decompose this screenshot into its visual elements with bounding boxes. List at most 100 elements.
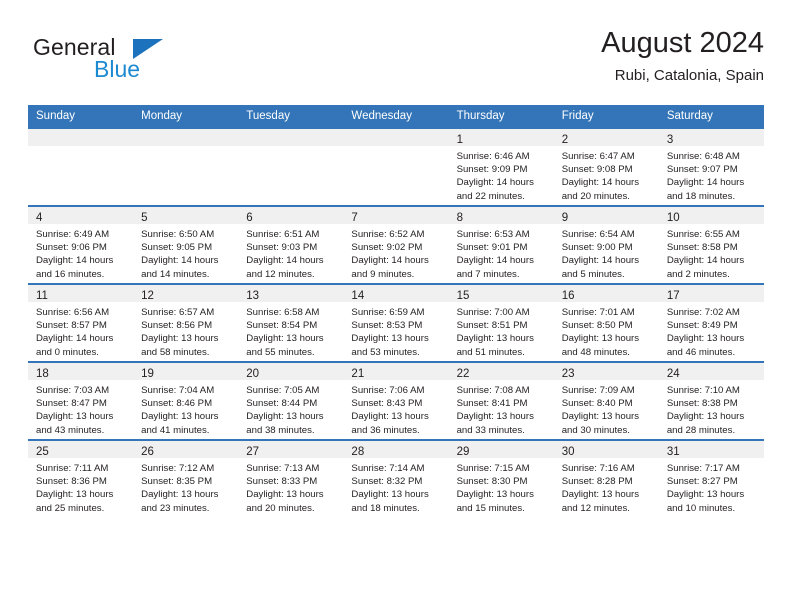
weekday-header-monday: Monday xyxy=(133,105,239,128)
calendar-day-cell[interactable]: 1 Sunrise: 6:46 AM Sunset: 9:09 PM Daylight… xyxy=(448,127,554,206)
day-details: Sunrise: 7:04 AM Sunset: 8:46 PM Daylight:… xyxy=(133,380,238,437)
sunrise-text: Sunrise: 7:03 AM xyxy=(36,385,110,396)
day-details: Sunrise: 6:51 AM Sunset: 9:03 PM Daylight:… xyxy=(238,224,343,281)
sunrise-text: Sunrise: 7:12 AM xyxy=(141,463,215,474)
calendar-day-cell[interactable]: 29 Sunrise: 7:15 AM Sunset: 8:30 PM Dayligh… xyxy=(448,439,554,517)
calendar-day-cell[interactable]: 22 Sunrise: 7:08 AM Sunset: 8:41 PM Dayligh… xyxy=(448,361,554,440)
calendar-day-cell[interactable]: 16 Sunrise: 7:01 AM Sunset: 8:50 PM Dayligh… xyxy=(553,283,659,362)
sunrise-text: Sunrise: 6:52 AM xyxy=(351,229,425,240)
day-number-band: 12 xyxy=(133,285,239,302)
day-details: Sunrise: 7:09 AM Sunset: 8:40 PM Daylight:… xyxy=(554,380,659,437)
calendar-week-row: 18 Sunrise: 7:03 AM Sunset: 8:47 PM Dayligh… xyxy=(28,361,764,440)
day-number-band: 30 xyxy=(553,441,659,458)
calendar-week-row: 11 Sunrise: 6:56 AM Sunset: 8:57 PM Dayligh… xyxy=(28,283,764,362)
calendar-day-cell[interactable]: 26 Sunrise: 7:12 AM Sunset: 8:35 PM Dayligh… xyxy=(133,439,239,517)
calendar-header-row: Sunday Monday Tuesday Wednesday Thursday… xyxy=(28,105,764,128)
daylight-text-line1: Daylight: 14 hours xyxy=(36,255,114,267)
daylight-text-line2: and 14 minutes. xyxy=(141,268,210,280)
day-number-band: 8 xyxy=(448,207,554,224)
day-details: Sunrise: 7:12 AM Sunset: 8:35 PM Daylight:… xyxy=(133,458,238,515)
sunset-text: Sunset: 8:38 PM xyxy=(666,398,738,410)
day-number: 21 xyxy=(351,368,365,380)
sunrise-text: Sunrise: 6:54 AM xyxy=(561,229,635,240)
day-number-band: 21 xyxy=(343,363,449,380)
daylight-text-line1: Daylight: 13 hours xyxy=(666,411,745,423)
calendar-day-cell[interactable]: 11 Sunrise: 6:56 AM Sunset: 8:57 PM Dayligh… xyxy=(28,283,134,362)
calendar-week-row: 4 Sunrise: 6:49 AM Sunset: 9:06 PM Daylight… xyxy=(28,205,764,284)
day-number: 26 xyxy=(141,446,154,458)
calendar-day-cell[interactable]: 27 Sunrise: 7:13 AM Sunset: 8:33 PM Dayligh… xyxy=(238,439,344,517)
calendar-day-cell[interactable]: 7 Sunrise: 6:52 AM Sunset: 9:02 PM Daylight… xyxy=(343,205,449,284)
daylight-text-line2: and 51 minutes. xyxy=(456,346,525,358)
calendar-day-cell-empty xyxy=(343,127,449,206)
day-number-band: 15 xyxy=(448,285,554,302)
calendar-day-cell[interactable]: 23 Sunrise: 7:09 AM Sunset: 8:40 PM Dayligh… xyxy=(553,361,659,440)
day-details: Sunrise: 6:48 AM Sunset: 9:07 PM Daylight:… xyxy=(659,146,764,203)
calendar-day-cell-empty xyxy=(238,127,344,206)
sunset-text: Sunset: 8:40 PM xyxy=(561,398,633,410)
daylight-text-line2: and 41 minutes. xyxy=(141,424,210,436)
sunset-text: Sunset: 8:56 PM xyxy=(141,320,213,332)
day-details: Sunrise: 6:57 AM Sunset: 8:56 PM Daylight:… xyxy=(133,302,238,359)
day-number: 19 xyxy=(141,368,154,380)
logo-text-blue: Blue xyxy=(94,56,141,82)
calendar-day-cell[interactable]: 17 Sunrise: 7:02 AM Sunset: 8:49 PM Dayligh… xyxy=(658,283,764,362)
daylight-text-line2: and 38 minutes. xyxy=(246,424,315,436)
day-number: 14 xyxy=(351,290,365,302)
calendar-day-cell[interactable]: 18 Sunrise: 7:03 AM Sunset: 8:47 PM Dayligh… xyxy=(28,361,134,440)
sunset-text: Sunset: 9:01 PM xyxy=(456,242,528,254)
calendar-day-cell[interactable]: 2 Sunrise: 6:47 AM Sunset: 9:08 PM Daylight… xyxy=(553,127,659,206)
day-details: Sunrise: 7:15 AM Sunset: 8:30 PM Daylight:… xyxy=(449,458,554,515)
calendar-day-cell[interactable]: 3 Sunrise: 6:48 AM Sunset: 9:07 PM Daylight… xyxy=(658,127,764,206)
daylight-text-line2: and 36 minutes. xyxy=(351,424,420,436)
daylight-text-line1: Daylight: 14 hours xyxy=(36,333,114,345)
calendar-day-cell[interactable]: 4 Sunrise: 6:49 AM Sunset: 9:06 PM Daylight… xyxy=(28,205,134,284)
calendar-day-cell[interactable]: 6 Sunrise: 6:51 AM Sunset: 9:03 PM Daylight… xyxy=(238,205,344,284)
calendar-day-cell[interactable]: 15 Sunrise: 7:00 AM Sunset: 8:51 PM Dayligh… xyxy=(448,283,554,362)
sunrise-text: Sunrise: 6:57 AM xyxy=(141,307,215,318)
day-number: 27 xyxy=(246,446,260,458)
calendar-day-cell[interactable]: 21 Sunrise: 7:06 AM Sunset: 8:43 PM Dayligh… xyxy=(343,361,449,440)
calendar-day-cell[interactable]: 31 Sunrise: 7:17 AM Sunset: 8:27 PM Dayligh… xyxy=(658,439,764,517)
calendar-day-cell[interactable]: 14 Sunrise: 6:59 AM Sunset: 8:53 PM Dayligh… xyxy=(343,283,449,362)
daylight-text-line1: Daylight: 13 hours xyxy=(561,489,640,501)
calendar-day-cell[interactable]: 13 Sunrise: 6:58 AM Sunset: 8:54 PM Dayligh… xyxy=(238,283,344,362)
daylight-text-line1: Daylight: 13 hours xyxy=(561,333,640,345)
day-number: 30 xyxy=(561,446,575,458)
calendar-day-cell[interactable]: 9 Sunrise: 6:54 AM Sunset: 9:00 PM Daylight… xyxy=(553,205,659,284)
day-number-band xyxy=(343,129,449,146)
day-number-band: 18 xyxy=(28,363,134,380)
day-details: Sunrise: 7:02 AM Sunset: 8:49 PM Daylight:… xyxy=(659,302,764,359)
day-number-band xyxy=(28,129,134,146)
daylight-text-line2: and 30 minutes. xyxy=(561,424,630,436)
calendar-day-cell[interactable]: 19 Sunrise: 7:04 AM Sunset: 8:46 PM Dayligh… xyxy=(133,361,239,440)
sunrise-text: Sunrise: 7:09 AM xyxy=(561,385,635,396)
day-number-band: 5 xyxy=(133,207,239,224)
day-details: Sunrise: 6:50 AM Sunset: 9:05 PM Daylight:… xyxy=(133,224,238,281)
calendar-day-cell[interactable]: 20 Sunrise: 7:05 AM Sunset: 8:44 PM Dayligh… xyxy=(238,361,344,440)
day-details: Sunrise: 7:01 AM Sunset: 8:50 PM Daylight:… xyxy=(554,302,659,359)
daylight-text-line2: and 10 minutes. xyxy=(666,502,736,514)
sunrise-text: Sunrise: 7:06 AM xyxy=(351,385,425,396)
day-number-band: 10 xyxy=(658,207,764,224)
calendar-day-cell[interactable]: 25 Sunrise: 7:11 AM Sunset: 8:36 PM Dayligh… xyxy=(28,439,134,517)
daylight-text-line2: and 9 minutes. xyxy=(351,268,415,280)
sunset-text: Sunset: 9:07 PM xyxy=(666,164,738,176)
day-number: 17 xyxy=(666,290,680,302)
daylight-text-line1: Daylight: 13 hours xyxy=(456,489,534,501)
sunset-text: Sunset: 9:09 PM xyxy=(456,164,528,176)
day-details: Sunrise: 6:55 AM Sunset: 8:58 PM Daylight:… xyxy=(659,224,764,281)
calendar-day-cell[interactable]: 12 Sunrise: 6:57 AM Sunset: 8:56 PM Dayligh… xyxy=(133,283,239,362)
calendar-day-cell[interactable]: 24 Sunrise: 7:10 AM Sunset: 8:38 PM Dayligh… xyxy=(658,361,764,440)
calendar-day-cell[interactable]: 10 Sunrise: 6:55 AM Sunset: 8:58 PM Dayligh… xyxy=(658,205,764,284)
day-number: 4 xyxy=(36,212,43,224)
calendar-day-cell[interactable]: 5 Sunrise: 6:50 AM Sunset: 9:05 PM Daylight… xyxy=(133,205,239,284)
calendar-day-cell[interactable]: 8 Sunrise: 6:53 AM Sunset: 9:01 PM Daylight… xyxy=(448,205,554,284)
calendar-day-cell[interactable]: 28 Sunrise: 7:14 AM Sunset: 8:32 PM Dayligh… xyxy=(343,439,449,517)
day-number-band: 23 xyxy=(553,363,659,380)
day-number: 29 xyxy=(456,446,470,458)
day-number-band: 14 xyxy=(343,285,449,302)
calendar-day-cell[interactable]: 30 Sunrise: 7:16 AM Sunset: 8:28 PM Dayligh… xyxy=(553,439,659,517)
day-number-band: 28 xyxy=(343,441,449,458)
daylight-text-line1: Daylight: 13 hours xyxy=(141,489,219,501)
